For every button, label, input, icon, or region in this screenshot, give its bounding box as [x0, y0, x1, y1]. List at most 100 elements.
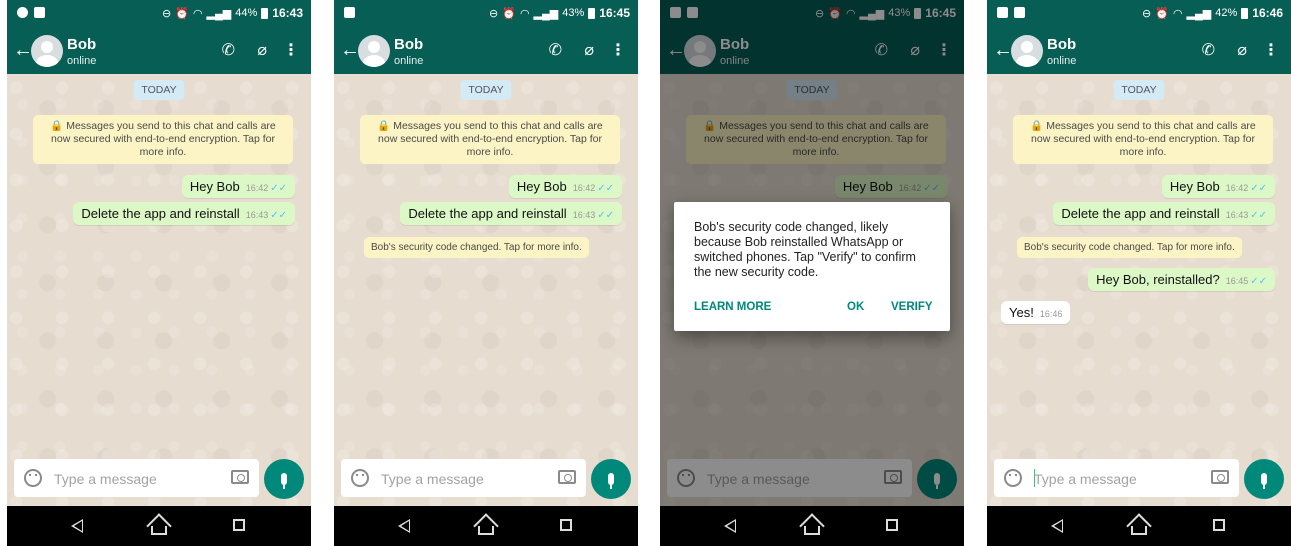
read-ticks-icon: ✓✓	[1250, 210, 1267, 221]
ok-button[interactable]: OK	[847, 301, 864, 313]
input-placeholder: Type a message	[54, 471, 157, 487]
battery-saver-icon	[34, 7, 45, 18]
phone-screen-2: ⊖ ⏰ ◠ ▂▄▆ 43% 16:45 ← Bob online ✆ ⌀ ⋮ T…	[334, 0, 638, 546]
message-input[interactable]: Type a message	[14, 459, 259, 497]
emoji-icon[interactable]	[351, 469, 369, 487]
message-time: 16:43	[572, 210, 596, 220]
read-ticks-icon: ✓✓	[1250, 183, 1267, 194]
back-arrow-icon[interactable]: ←	[13, 38, 33, 62]
read-ticks-icon: ✓✓	[1250, 276, 1267, 287]
more-options-icon[interactable]: ⋮	[283, 40, 299, 62]
nav-back-icon[interactable]	[398, 519, 410, 533]
message-time: 16:42	[1225, 183, 1249, 193]
message-bubble-out[interactable]: Hey Bob 16:42 ✓✓	[1161, 175, 1275, 198]
battery-saver-icon	[1014, 7, 1025, 18]
contact-status: online	[394, 55, 424, 67]
input-placeholder: Type a message	[1034, 471, 1137, 487]
message-bubble-out[interactable]: Hey Bob 16:42 ✓✓	[181, 175, 295, 198]
nav-back-icon[interactable]	[71, 519, 83, 533]
message-input[interactable]: Type a message	[341, 459, 586, 497]
status-bar: ⊖ ⏰ ◠ ▂▄▆ 42% 16:46	[987, 0, 1291, 28]
emoji-icon[interactable]	[1004, 469, 1022, 487]
image-icon	[997, 7, 1008, 18]
battery-icon	[261, 7, 269, 19]
alarm-icon: ⏰	[175, 7, 189, 20]
nav-recents-icon[interactable]	[886, 519, 898, 531]
status-bar: ⊖ ⏰ ◠ ▂▄▆ 44% 16:43	[7, 0, 311, 28]
message-text: Delete the app and reinstall	[1061, 206, 1220, 221]
nav-bar	[660, 506, 964, 546]
nav-recents-icon[interactable]	[560, 519, 572, 531]
security-dialog: Bob's security code changed, likely beca…	[674, 202, 950, 331]
message-text: Hey Bob	[516, 179, 567, 194]
chat-toolbar: ← Bob online ✆ ⌀ ⋮	[334, 28, 638, 74]
read-ticks-icon: ✓✓	[270, 183, 287, 194]
message-input[interactable]: Type a message	[994, 459, 1239, 497]
battery-percent: 42%	[1215, 7, 1238, 19]
nav-recents-icon[interactable]	[1213, 519, 1225, 531]
battery-icon	[588, 7, 596, 19]
message-bubble-out[interactable]: Delete the app and reinstall 16:43 ✓✓	[400, 202, 622, 225]
wifi-icon: ◠	[519, 7, 530, 20]
nav-back-icon[interactable]	[724, 519, 736, 533]
nav-recents-icon[interactable]	[233, 519, 245, 531]
notification-icon	[17, 7, 28, 18]
wifi-icon: ◠	[1172, 7, 1183, 20]
chat-toolbar: ← Bob online ✆ ⌀ ⋮	[7, 28, 311, 74]
nav-home-base	[151, 526, 167, 535]
phone-icon[interactable]: ✆	[222, 40, 235, 62]
more-options-icon[interactable]: ⋮	[1263, 40, 1279, 62]
read-ticks-icon: ✓✓	[597, 183, 614, 194]
verify-button[interactable]: VERIFY	[891, 301, 933, 313]
mic-button[interactable]	[1244, 459, 1284, 499]
avatar[interactable]	[31, 35, 63, 67]
message-text: Hey Bob	[1169, 179, 1220, 194]
security-code-chip[interactable]: Bob's security code changed. Tap for mor…	[1017, 237, 1242, 258]
message-bubble-out[interactable]: Hey Bob, reinstalled? 16:45 ✓✓	[1088, 268, 1275, 291]
message-time: 16:46	[1039, 309, 1063, 319]
encryption-note[interactable]: 🔒 Messages you send to this chat and cal…	[360, 115, 620, 164]
encryption-note[interactable]: 🔒 Messages you send to this chat and cal…	[33, 115, 293, 164]
mic-button[interactable]	[591, 459, 631, 499]
date-chip: TODAY	[133, 80, 185, 100]
contact-name[interactable]: Bob	[67, 36, 96, 53]
battery-icon	[1241, 7, 1249, 19]
message-bubble-in[interactable]: Yes! 16:46	[1001, 301, 1071, 324]
message-text: Hey Bob	[189, 179, 240, 194]
contact-name[interactable]: Bob	[1047, 36, 1076, 53]
emoji-icon[interactable]	[24, 469, 42, 487]
status-time: 16:43	[272, 6, 303, 20]
avatar[interactable]	[358, 35, 390, 67]
message-bubble-out[interactable]: Delete the app and reinstall 16:43 ✓✓	[73, 202, 295, 225]
avatar[interactable]	[1011, 35, 1043, 67]
camera-icon[interactable]	[558, 470, 576, 484]
paperclip-icon[interactable]: ⌀	[1237, 40, 1247, 62]
nav-back-icon[interactable]	[1051, 519, 1063, 533]
learn-more-button[interactable]: LEARN MORE	[694, 301, 771, 313]
status-bar: ⊖ ⏰ ◠ ▂▄▆ 43% 16:45	[334, 0, 638, 28]
mic-icon	[1261, 473, 1267, 489]
mic-button[interactable]	[264, 459, 304, 499]
dnd-icon: ⊖	[1142, 7, 1152, 20]
back-arrow-icon[interactable]: ←	[340, 38, 360, 62]
more-options-icon[interactable]: ⋮	[610, 40, 626, 62]
contact-status: online	[1047, 55, 1077, 67]
message-text: Delete the app and reinstall	[81, 206, 240, 221]
message-time: 16:43	[1225, 210, 1249, 220]
paperclip-icon[interactable]: ⌀	[257, 40, 267, 62]
phone-icon[interactable]: ✆	[549, 40, 562, 62]
camera-icon[interactable]	[1211, 470, 1229, 484]
encryption-note[interactable]: 🔒 Messages you send to this chat and cal…	[1013, 115, 1273, 164]
battery-percent: 44%	[235, 7, 258, 19]
nav-bar	[334, 506, 638, 546]
paperclip-icon[interactable]: ⌀	[584, 40, 594, 62]
back-arrow-icon[interactable]: ←	[993, 38, 1013, 62]
message-time: 16:42	[245, 183, 269, 193]
contact-name[interactable]: Bob	[394, 36, 423, 53]
read-ticks-icon: ✓✓	[597, 210, 614, 221]
message-bubble-out[interactable]: Hey Bob 16:42 ✓✓	[508, 175, 622, 198]
security-code-chip[interactable]: Bob's security code changed. Tap for mor…	[364, 237, 589, 258]
camera-icon[interactable]	[231, 470, 249, 484]
phone-icon[interactable]: ✆	[1202, 40, 1215, 62]
message-bubble-out[interactable]: Delete the app and reinstall 16:43 ✓✓	[1053, 202, 1275, 225]
